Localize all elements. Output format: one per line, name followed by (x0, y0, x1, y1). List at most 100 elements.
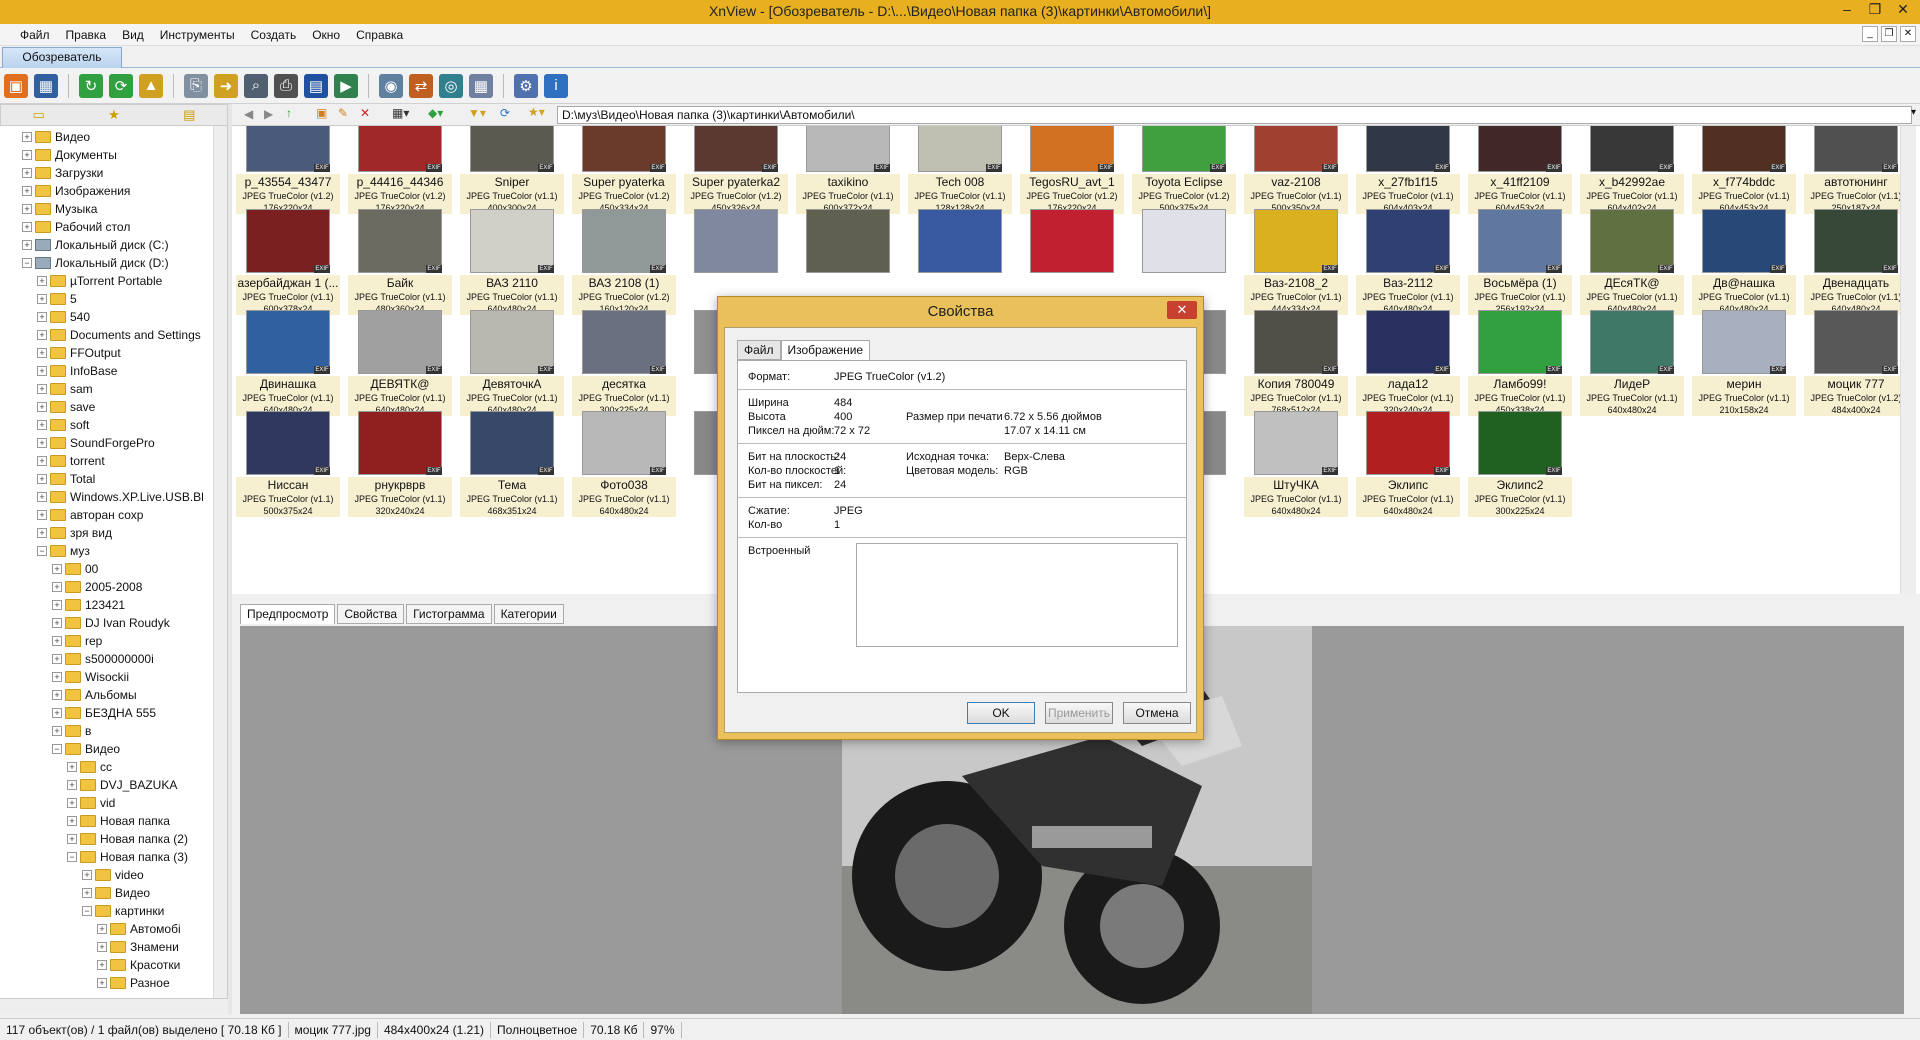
expand-icon[interactable]: + (97, 960, 107, 970)
tree-item[interactable]: + в (52, 722, 91, 740)
web-icon[interactable]: ◎ (439, 73, 463, 98)
expand-icon[interactable]: + (97, 924, 107, 934)
tree-item[interactable]: − Новая папка (3) (67, 848, 188, 866)
expand-icon[interactable]: + (37, 420, 47, 430)
thumbnail-item[interactable]: EXIF азербайджан 1 (... JPEG TrueColor (v1… (236, 203, 340, 317)
tree-scrollbar[interactable] (213, 126, 227, 998)
up-icon[interactable]: ↑ (286, 106, 292, 120)
thumbnail-item[interactable]: EXIF ЛидеР JPEG TrueColor (v1.1) 640x480x24 (1580, 304, 1684, 418)
folder-up-icon[interactable]: ▲ (139, 73, 163, 98)
expand-icon[interactable]: + (37, 492, 47, 502)
expand-icon[interactable]: + (37, 474, 47, 484)
filter-icon[interactable]: ▼▾ (468, 106, 486, 120)
expand-icon[interactable]: + (22, 204, 32, 214)
expand-icon[interactable]: + (97, 942, 107, 952)
thumbnail-item[interactable]: EXIF Восьмёра (1) JPEG TrueColor (v1.1) 256… (1468, 203, 1572, 317)
thumbnail-item[interactable]: EXIF Ламбо99! JPEG TrueColor (v1.1) 450x338… (1468, 304, 1572, 418)
expand-icon[interactable]: + (52, 672, 62, 682)
tab-preview[interactable]: Предпросмотр (240, 604, 336, 624)
expand-icon[interactable]: + (22, 168, 32, 178)
expand-icon[interactable]: + (52, 708, 62, 718)
tree-item[interactable]: + Знамени (97, 938, 179, 956)
convert-icon[interactable]: ⇄ (409, 73, 433, 98)
collapse-icon[interactable]: − (82, 906, 92, 916)
thumbnail-item[interactable]: EXIF ВАЗ 2108 (1) JPEG TrueColor (v1.2) 160… (572, 203, 676, 317)
tree-item[interactable]: + Автомобі (97, 920, 181, 938)
thumbnail-item[interactable]: EXIF мерин JPEG TrueColor (v1.1) 210x158x24 (1692, 304, 1796, 418)
tree-item[interactable]: + µTorrent Portable (37, 272, 162, 290)
refresh-icon[interactable]: ↻ (79, 73, 103, 98)
tree-item[interactable]: + FFOutput (37, 344, 121, 362)
expand-icon[interactable]: + (52, 582, 62, 592)
move-icon[interactable]: ➜ (214, 73, 238, 98)
thumbnail-item[interactable]: EXIF Эклипс JPEG TrueColor (v1.1) 640x480x2… (1356, 405, 1460, 519)
dialog-tab-image[interactable]: Изображение (780, 340, 871, 361)
tree-item[interactable]: + Wisockii (52, 668, 129, 686)
tree-item[interactable]: + Видео (82, 884, 150, 902)
expand-icon[interactable]: + (37, 402, 47, 412)
thumbnail-item[interactable]: EXIF ШтуЧКА JPEG TrueColor (v1.1) 640x480x2… (1244, 405, 1348, 519)
expand-icon[interactable]: + (22, 150, 32, 160)
tree-item[interactable]: + Новая папка (67, 812, 170, 830)
expand-icon[interactable]: + (82, 870, 92, 880)
thumbnail-item[interactable]: EXIF ДЕВЯТК@ JPEG TrueColor (v1.1) 640x480x… (348, 304, 452, 418)
thumbnail-item[interactable]: EXIF Фото038 JPEG TrueColor (v1.1) 640x480x… (572, 405, 676, 519)
expand-icon[interactable]: + (37, 330, 47, 340)
tree-item[interactable]: + Разное (97, 974, 170, 992)
tree-item[interactable]: + Total (37, 470, 95, 488)
expand-icon[interactable]: + (52, 600, 62, 610)
expand-icon[interactable]: + (97, 978, 107, 988)
tree-item[interactable]: + Видео (22, 128, 90, 146)
tree-item[interactable]: + Красотки (97, 956, 180, 974)
expand-icon[interactable]: + (52, 564, 62, 574)
tree-item[interactable]: + авторан сохр (37, 506, 143, 524)
tree-item[interactable]: + DJ Ivan Roudyk (52, 614, 170, 632)
menu-tools[interactable]: Инструменты (160, 28, 235, 42)
thumbnail-item[interactable]: EXIF Двинашка JPEG TrueColor (v1.1) 640x480… (236, 304, 340, 418)
thumbnail-item[interactable]: EXIF Копия 780049 JPEG TrueColor (v1.1) 768… (1244, 304, 1348, 418)
collapse-icon[interactable]: − (22, 258, 32, 268)
tree-item[interactable]: − картинки (82, 902, 164, 920)
tree-item[interactable]: + Рабочий стол (22, 218, 130, 236)
thumbnail-item[interactable]: EXIF Эклипс2 JPEG TrueColor (v1.1) 300x225x… (1468, 405, 1572, 519)
thumbnail-item[interactable]: EXIF ВАЗ 2110 JPEG TrueColor (v1.1) 640x480… (460, 203, 564, 317)
minimize-icon[interactable]: – (1836, 1, 1858, 19)
expand-icon[interactable]: + (52, 654, 62, 664)
ok-button[interactable]: OK (967, 702, 1035, 724)
tab-properties[interactable]: Свойства (337, 604, 405, 624)
rename-icon[interactable]: ✎ (338, 106, 348, 120)
expand-icon[interactable]: + (37, 438, 47, 448)
mdi-minimize-icon[interactable]: _ (1862, 26, 1878, 42)
expand-icon[interactable]: + (37, 528, 47, 538)
expand-icon[interactable]: + (67, 798, 77, 808)
thumbnail-item[interactable]: EXIF моцик 777 JPEG TrueColor (v1.2) 484x40… (1804, 304, 1908, 418)
dialog-close-icon[interactable]: ✕ (1167, 301, 1197, 319)
favorites-tab-icon[interactable]: ★ (76, 105, 151, 125)
tab-histogram[interactable]: Гистограмма (406, 604, 492, 624)
thumbnail-item[interactable]: EXIF ДевяточкА JPEG TrueColor (v1.1) 640x48… (460, 304, 564, 418)
expand-icon[interactable]: + (67, 816, 77, 826)
thumbnail-item[interactable]: EXIF Ваз-2112 JPEG TrueColor (v1.1) 640x480… (1356, 203, 1460, 317)
tree-item[interactable]: + cc (67, 758, 112, 776)
tree-item[interactable]: + sam (37, 380, 93, 398)
expand-icon[interactable]: + (52, 636, 62, 646)
address-dropdown-icon[interactable]: ▾ (1911, 107, 1916, 118)
tree-item[interactable]: + Музыка (22, 200, 97, 218)
tab-browser[interactable]: Обозреватель (2, 47, 122, 68)
tree-item[interactable]: + soft (37, 416, 89, 434)
expand-icon[interactable]: + (22, 132, 32, 142)
capture-icon[interactable]: ◉ (379, 73, 403, 98)
tree-item[interactable]: + save (37, 398, 95, 416)
reload-icon[interactable]: ⟳ (109, 73, 133, 98)
expand-icon[interactable]: + (37, 312, 47, 322)
restore-icon[interactable]: ❐ (1864, 1, 1886, 19)
menu-file[interactable]: Файл (20, 28, 50, 42)
apply-button[interactable]: Применить (1045, 702, 1113, 724)
tree-item[interactable]: +00 (52, 560, 98, 578)
thumbnail-item[interactable]: EXIF Двенадцать JPEG TrueColor (v1.1) 640x4… (1804, 203, 1908, 317)
expand-icon[interactable]: + (52, 726, 62, 736)
expand-icon[interactable]: + (37, 366, 47, 376)
address-input[interactable]: D:\муз\Видео\Новая папка (3)\картинки\Ав… (557, 106, 1912, 124)
tree-item[interactable]: − Видео (52, 740, 120, 758)
expand-icon[interactable]: + (82, 888, 92, 898)
